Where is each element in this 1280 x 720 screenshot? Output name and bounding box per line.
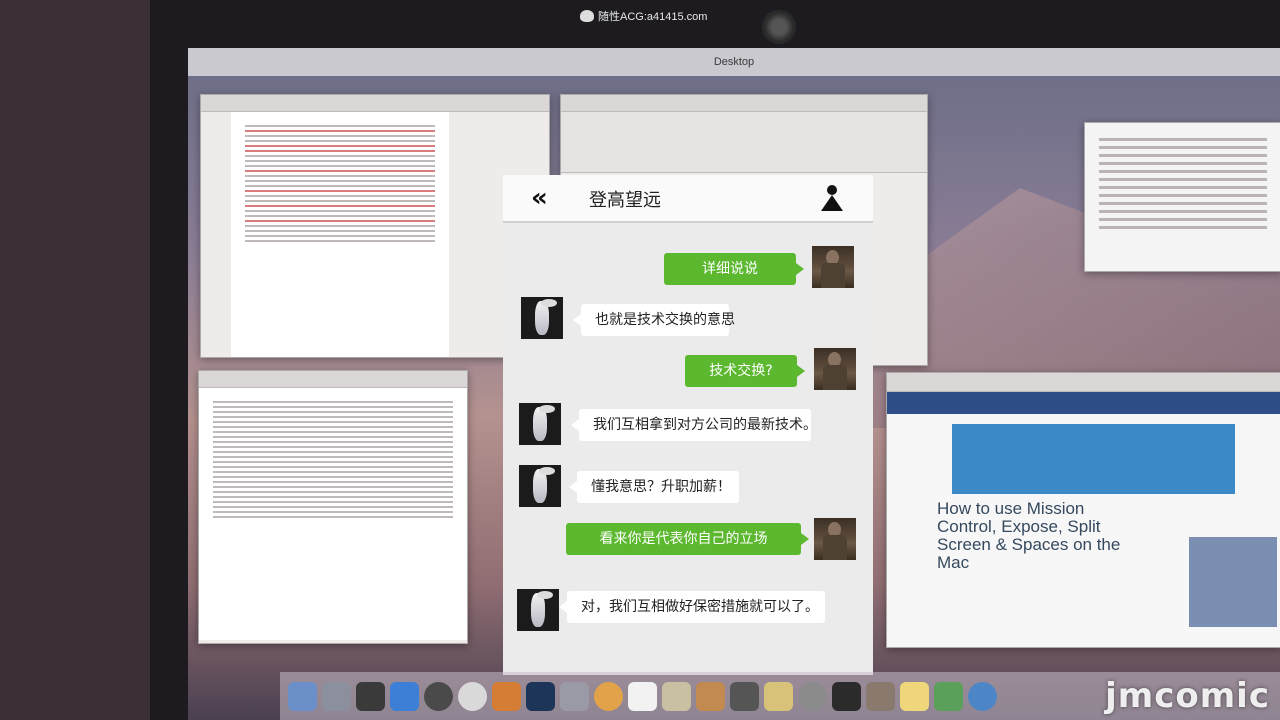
mission-control-icon[interactable] [356,681,385,711]
chat-title: 登高望远 [589,190,661,211]
launchpad-icon[interactable] [322,681,351,711]
avatar-me[interactable] [814,348,856,390]
message-bubble-received: 也就是技术交换的意思 [573,304,735,336]
dashboard-icon[interactable] [424,681,453,711]
article-headline[interactable]: How to use Mission Control, Expose, Spli… [887,494,1197,578]
window-toolbar [199,371,467,388]
avatar-contact[interactable] [519,403,561,445]
macworld-nav [887,392,1280,414]
document-window-1[interactable] [200,94,550,358]
desktop-space-label[interactable]: Desktop [188,48,1280,76]
calendar-icon[interactable] [628,681,657,711]
avatar-contact[interactable] [519,465,561,507]
final-cut-icon[interactable] [730,681,759,711]
app-store-icon[interactable] [390,681,419,711]
microsoft-ad-banner[interactable] [952,424,1235,494]
itunes-icon[interactable] [458,681,487,711]
pages-icon[interactable] [696,681,725,711]
avatar-me[interactable] [814,518,856,560]
safari-icon[interactable] [968,681,997,711]
notes-icon[interactable] [866,681,895,711]
text-window[interactable] [1084,122,1280,272]
textedit-window[interactable] [198,370,468,644]
message-bubble-received: 我们互相拿到对方公司的最新技术。 [571,409,817,441]
webcam [762,10,796,44]
user-profile-icon[interactable] [821,185,843,211]
text-content [1085,123,1280,244]
avatar-me[interactable] [812,246,854,288]
avatar-contact[interactable] [517,589,559,631]
message-bubble-sent: 看来你是代表你自己的立场 [566,523,809,555]
document-page [231,112,449,357]
watermark-logo-icon [580,10,594,22]
ibooks-icon[interactable] [492,681,521,711]
photos-icon[interactable] [594,681,623,711]
system-preferences-icon[interactable] [798,681,827,711]
photoshop-icon[interactable] [526,681,555,711]
message-bubble-sent: 技术交换? [685,355,805,387]
window-toolbar [201,95,549,112]
ad-image [1189,537,1277,627]
bottom-watermark: jmcomic [1105,676,1270,716]
textedit-icon[interactable] [662,681,691,711]
script-icon[interactable] [764,681,793,711]
chat-screen: « 登高望远 详细说说 也就是技术交换的意思 技术交换? 我们互相拿到对方公司的… [503,175,873,675]
stickies-icon[interactable] [900,681,929,711]
message-bubble-received: 懂我意思？升职加薪！ [569,471,739,503]
message-bubble-received: 对，我们互相做好保密措施就可以了。 [559,591,825,623]
site-watermark: 随性ACG:a41415.com [580,8,707,24]
messages-icon[interactable] [934,681,963,711]
double-chevron-left-icon[interactable]: « [531,185,548,211]
finder-icon[interactable] [288,681,317,711]
macworld-browser-window[interactable]: How to use Mission Control, Expose, Spli… [886,372,1280,648]
textedit-page [199,388,467,640]
terminal-icon[interactable] [832,681,861,711]
chat-header: « 登高望远 [503,175,873,223]
window-toolbar [561,95,927,112]
formatting-toolbar [561,112,927,173]
preview-icon[interactable] [560,681,589,711]
browser-address-bar [887,373,1280,392]
message-bubble-sent: 详细说说 [664,253,804,285]
avatar-contact[interactable] [521,297,563,339]
